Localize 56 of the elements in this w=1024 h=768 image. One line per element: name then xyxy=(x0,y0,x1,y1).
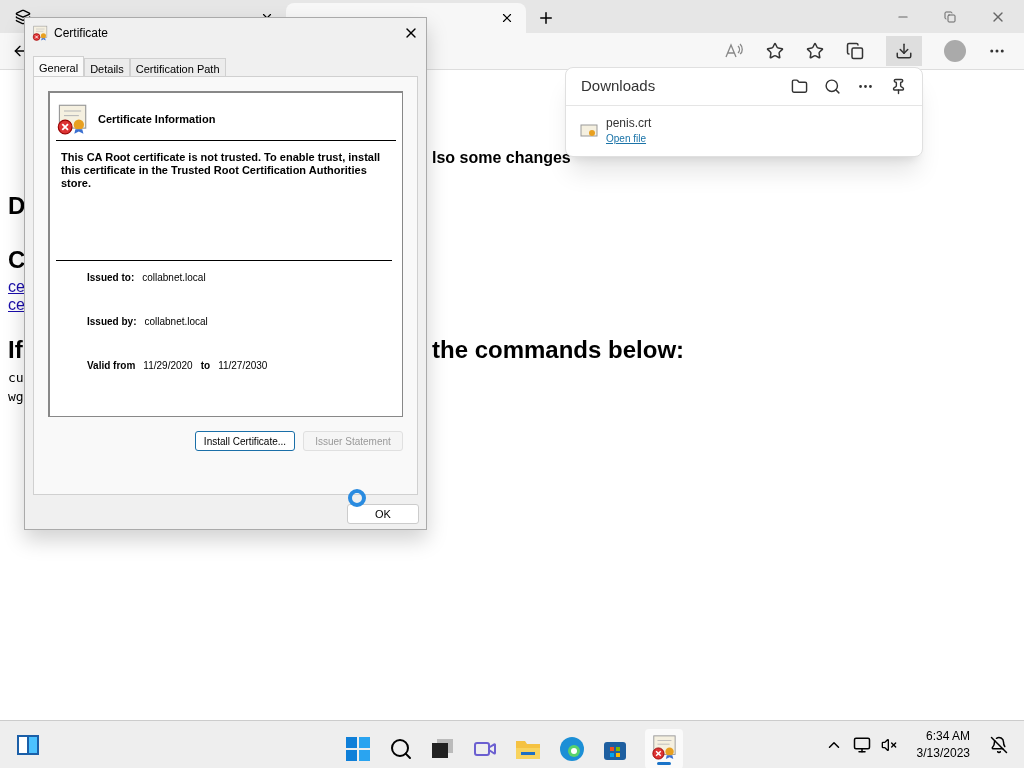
collections-icon[interactable] xyxy=(846,42,864,60)
dialog-tab[interactable]: Details xyxy=(84,58,130,76)
certificate-app-button[interactable] xyxy=(645,729,683,768)
close-icon[interactable] xyxy=(500,11,514,25)
clock-time[interactable]: 6:34 AM xyxy=(925,727,970,745)
notifications-icon[interactable] xyxy=(990,735,1008,754)
pin-icon[interactable] xyxy=(890,78,907,95)
page-text: cu xyxy=(8,369,24,385)
open-file-link[interactable]: Open file xyxy=(606,131,652,146)
field-label: to xyxy=(200,359,211,373)
favorites-icon[interactable] xyxy=(806,42,824,60)
folder-icon[interactable] xyxy=(791,78,808,95)
certificate-icon xyxy=(651,733,677,760)
ok-button[interactable]: OK xyxy=(347,504,419,524)
page-text: C xyxy=(8,246,26,273)
new-tab-icon[interactable] xyxy=(537,9,555,27)
page-text: D xyxy=(8,192,26,219)
certificate-icon xyxy=(56,103,88,135)
add-favorite-icon[interactable] xyxy=(766,42,784,60)
dialog-tab[interactable]: Certification Path xyxy=(129,58,226,76)
field-label: Issued to: xyxy=(87,271,135,285)
start-icon[interactable] xyxy=(345,736,371,762)
field-value: 11/27/2030 xyxy=(218,359,268,373)
info-heading: Certificate Information xyxy=(98,111,216,127)
panel-title: Downloads xyxy=(581,76,657,97)
file-name: penis.crt xyxy=(606,116,652,131)
certificate-file-icon xyxy=(580,124,598,138)
browser-icon[interactable] xyxy=(559,736,585,762)
page-text: If xyxy=(8,336,23,363)
field-value: collabnet.local xyxy=(144,315,208,329)
volume-muted-icon[interactable] xyxy=(880,736,897,753)
field-value: collabnet.local xyxy=(142,271,206,285)
page-link[interactable]: ce xyxy=(8,296,25,313)
restore-icon[interactable] xyxy=(944,10,956,23)
search-icon[interactable] xyxy=(824,78,841,95)
page-link[interactable]: ce xyxy=(8,278,25,295)
field-label: Issued by: xyxy=(87,315,137,329)
busy-cursor-icon xyxy=(347,488,367,508)
search-icon[interactable] xyxy=(389,737,413,761)
page-text: lso some changes xyxy=(432,148,571,168)
dialog-button[interactable]: Install Certificate... xyxy=(195,431,295,451)
trust-message: This CA Root certificate is not trusted. To enable trust, install this certificate in the Trusted Root Certification Authorities store. xyxy=(56,141,392,261)
download-icon xyxy=(895,42,913,60)
certificate-icon xyxy=(32,25,48,41)
network-icon[interactable] xyxy=(852,735,871,754)
page-text: wg xyxy=(8,388,24,404)
window-title: Certificate xyxy=(54,25,110,42)
task-view-icon[interactable] xyxy=(431,738,455,760)
clock-date[interactable]: 3/13/2023 xyxy=(916,744,970,762)
read-aloud-icon[interactable] xyxy=(724,43,744,59)
field-value: 11/29/2020 xyxy=(143,359,193,373)
downloads-button[interactable] xyxy=(886,36,922,66)
field-label: Valid from xyxy=(87,359,136,373)
page-text: the commands below: xyxy=(432,335,685,365)
widgets-icon[interactable] xyxy=(16,733,40,756)
dialog-tab[interactable]: General xyxy=(33,56,85,76)
